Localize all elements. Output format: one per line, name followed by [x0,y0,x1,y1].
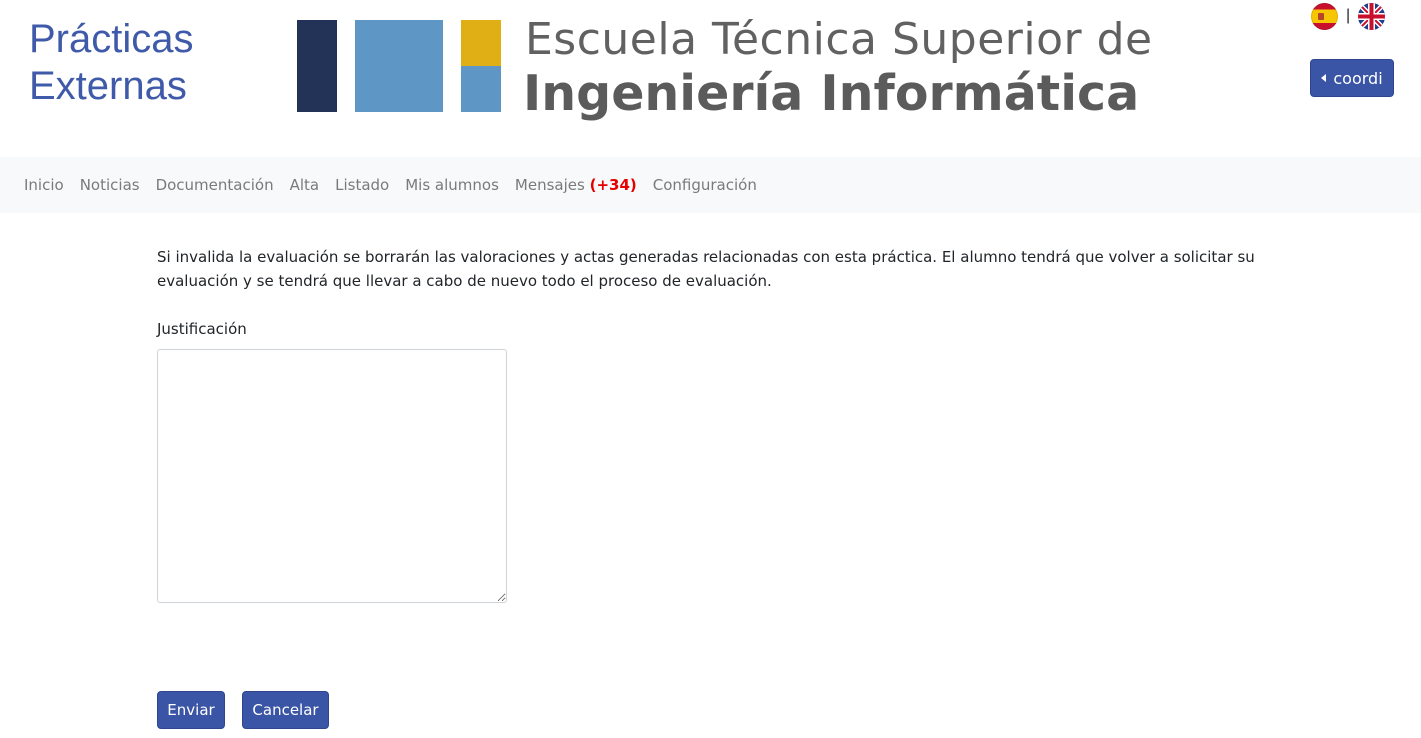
school-logo[interactable]: Escuela Técnica Superior de Ingeniería I… [297,15,1152,132]
main-navbar: Inicio Noticias Documentación Alta Lista… [0,157,1421,213]
nav-item-configuracion[interactable]: Configuración [645,176,765,194]
nav-item-documentacion[interactable]: Documentación [148,176,282,194]
submit-button[interactable]: Enviar [157,691,225,729]
user-button-label: coordi [1333,68,1383,88]
invalidation-warning: Si invalida la evaluación se borrarán la… [157,248,1255,290]
logo-block-navy [297,20,337,112]
justification-label: Justificación [157,320,247,338]
nav-item-noticias[interactable]: Noticias [72,176,148,194]
language-switcher: | [1311,1,1386,31]
cancel-button[interactable]: Cancelar [242,691,329,729]
nav-item-inicio[interactable]: Inicio [16,176,72,194]
justification-textarea[interactable] [157,349,507,603]
logo-block-blue-small [461,66,501,112]
caret-left-icon [1321,74,1327,82]
site-title-line1: Prácticas [29,17,194,61]
unread-messages-badge: (+34) [589,176,637,194]
logo-text-faculty: Ingeniería Informática [523,65,1140,122]
nav-item-alta[interactable]: Alta [282,176,328,194]
spain-flag-icon[interactable] [1311,2,1338,30]
nav-item-mensajes[interactable]: Mensajes (+34) [507,176,645,194]
page-header: Prácticas Externas Escuela Técnica Super… [0,0,1421,157]
nav-item-mis-alumnos[interactable]: Mis alumnos [397,176,507,194]
nav-item-mensajes-label: Mensajes [514,176,585,194]
language-separator: | [1346,7,1351,24]
logo-block-gold [461,20,501,66]
site-title-line2: Externas [29,64,187,108]
nav-item-listado[interactable]: Listado [327,176,397,194]
uk-flag-icon[interactable] [1358,2,1386,30]
site-title[interactable]: Prácticas Externas [29,16,194,110]
invalidate-evaluation-form: Si invalida la evaluación se borrarán la… [157,245,1277,603]
user-menu-button[interactable]: coordi [1310,59,1394,97]
logo-block-blue [355,20,443,112]
logo-text-school: Escuela Técnica Superior de [525,14,1153,65]
